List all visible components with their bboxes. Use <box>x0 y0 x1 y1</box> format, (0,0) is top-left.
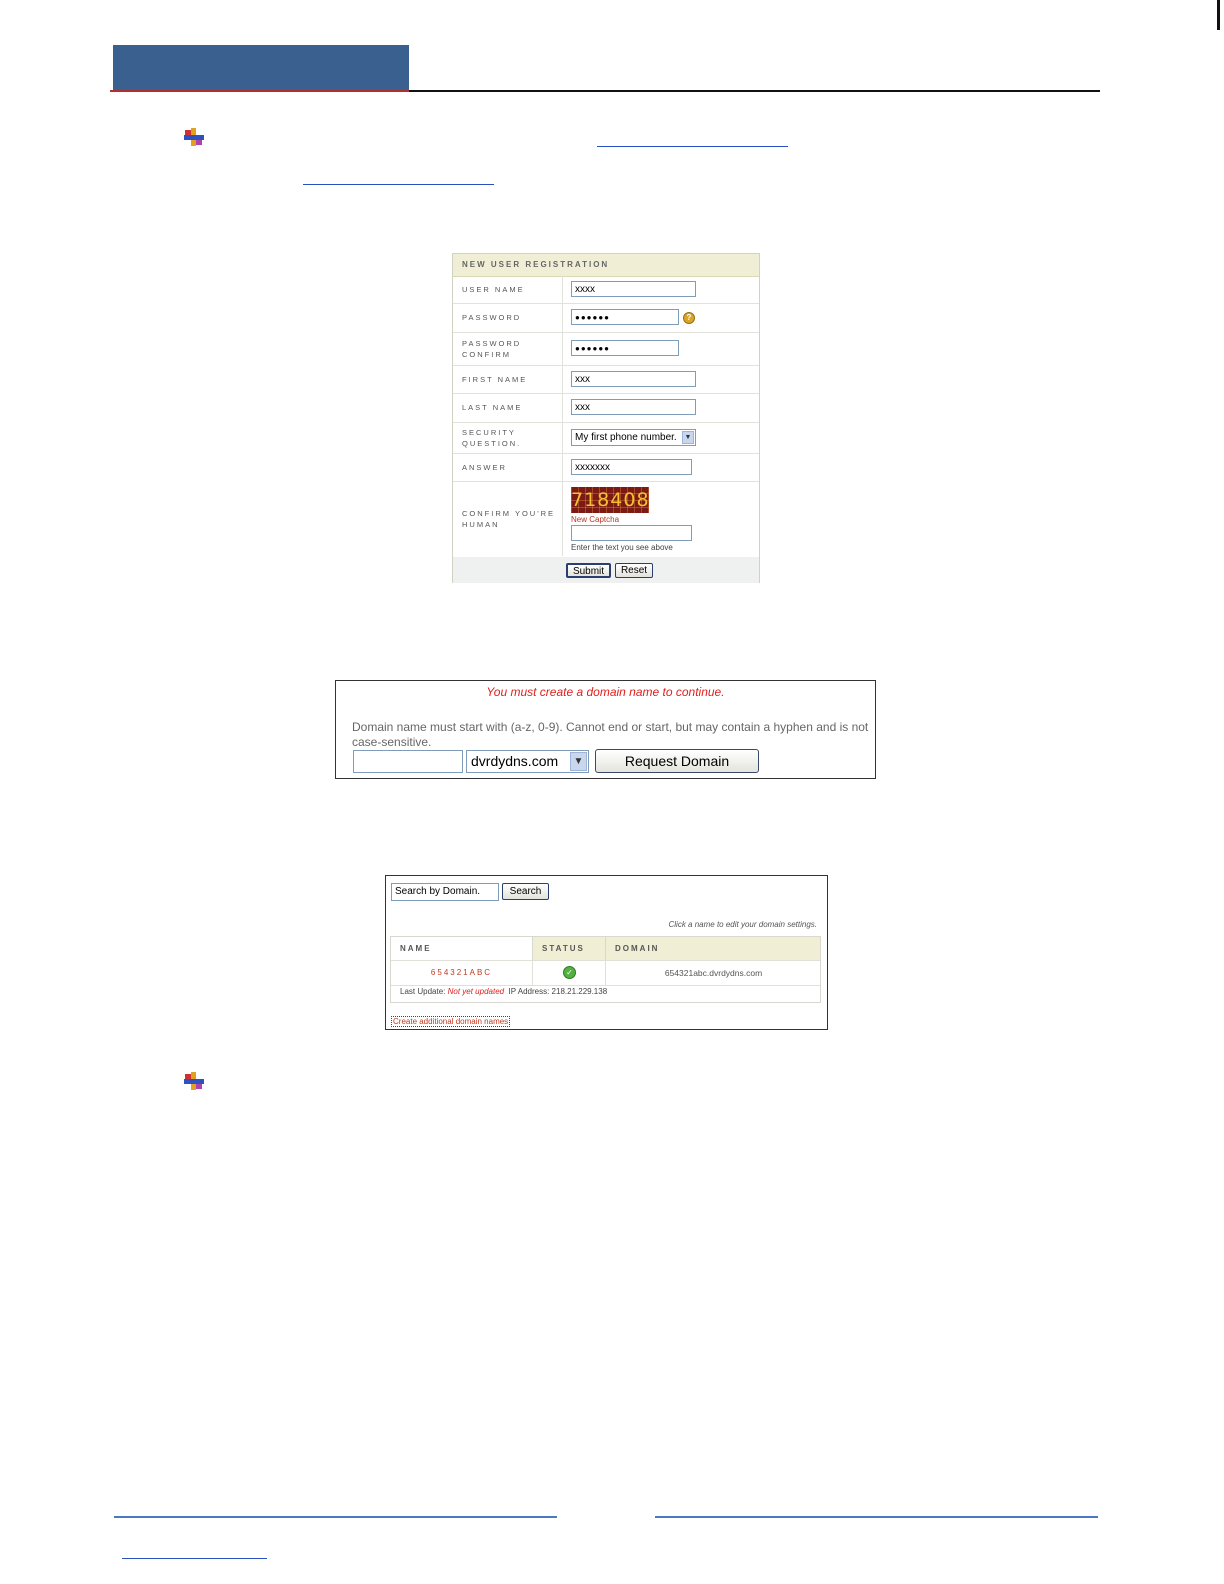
domain-suffix-select[interactable]: dvrdydns.com ▼ <box>466 750 589 773</box>
security-question-row: SECURITY QUESTION. My first phone number… <box>453 423 759 454</box>
security-question-label-line2: QUESTION. <box>462 439 522 448</box>
password-confirm-label-line2: CONFIRM <box>462 350 511 359</box>
first-name-row: FIRST NAME xxx <box>453 366 759 394</box>
domain-suffix-value: dvrdydns.com <box>471 753 559 769</box>
table-row[interactable]: 654321ABC ✓ 654321abc.dvrdydns.com <box>391 960 820 986</box>
column-header-name: NAME <box>391 937 532 960</box>
captcha-image: 718408 <box>571 487 649 513</box>
header-bar <box>113 45 409 91</box>
column-header-status: STATUS <box>532 937 605 960</box>
captcha-hint: Enter the text you see above <box>571 543 673 552</box>
password-confirm-label-line1: PASSWORD <box>462 339 522 348</box>
bullet-icon <box>183 1071 205 1091</box>
security-question-label: SECURITY QUESTION. <box>462 427 521 449</box>
ip-address-value: 218.21.229.138 <box>551 987 608 996</box>
domain-list-box: Search by Domain. Search Click a name to… <box>385 875 828 1030</box>
domain-table: NAME STATUS DOMAIN 654321ABC ✓ 654321abc… <box>390 936 821 1003</box>
password-input[interactable]: ●●●●●● <box>571 309 679 325</box>
request-domain-button[interactable]: Request Domain <box>595 749 759 773</box>
ip-address-label: IP Address: <box>508 987 550 996</box>
document-link-2[interactable] <box>303 184 494 185</box>
page-edge-mark <box>1217 0 1220 30</box>
column-header-domain: DOMAIN <box>605 937 820 960</box>
answer-row: ANSWER xxxxxxx <box>453 454 759 482</box>
question-icon[interactable]: ? <box>683 312 695 324</box>
last-update-value: Not yet updated <box>447 987 505 996</box>
header-rule-accent <box>110 90 409 92</box>
first-name-label: FIRST NAME <box>462 375 528 384</box>
domain-name-input[interactable] <box>353 750 463 773</box>
password-row: PASSWORD ●●●●●● ? <box>453 304 759 333</box>
security-question-select[interactable]: My first phone number. ▼ <box>571 429 696 446</box>
first-name-input[interactable]: xxx <box>571 371 696 387</box>
form-footer: Submit Reset <box>453 557 759 583</box>
document-link-1[interactable] <box>597 146 788 147</box>
user-name-label: USER NAME <box>462 285 525 294</box>
answer-input[interactable]: xxxxxxx <box>571 459 692 475</box>
form-title: NEW USER REGISTRATION <box>453 254 759 277</box>
captcha-label-line1: CONFIRM YOU'RE <box>462 509 556 518</box>
bullet-icon <box>183 127 205 147</box>
captcha-label-line2: HUMAN <box>462 520 500 529</box>
captcha-label: CONFIRM YOU'RE HUMAN <box>462 508 555 530</box>
footer-rule-right <box>655 1516 1098 1518</box>
last-update-label: Last Update: <box>400 987 446 996</box>
submit-button[interactable]: Submit <box>566 563 611 578</box>
domain-warning: You must create a domain name to continu… <box>486 685 725 699</box>
user-name-input[interactable]: xxxx <box>571 281 696 297</box>
last-name-label: LAST NAME <box>462 403 523 412</box>
registration-form: NEW USER REGISTRATION USER NAME xxxx PAS… <box>452 253 760 583</box>
password-label: PASSWORD <box>462 313 522 322</box>
status-cell: ✓ <box>532 961 606 985</box>
security-question-label-line1: SECURITY <box>462 428 516 437</box>
password-confirm-label: PASSWORD CONFIRM <box>462 338 521 360</box>
security-question-value: My first phone number. <box>575 432 677 443</box>
user-name-row: USER NAME xxxx <box>453 276 759 304</box>
password-confirm-input[interactable]: ●●●●●● <box>571 340 679 356</box>
domain-rules: Domain name must start with (a-z, 0-9). … <box>352 720 869 749</box>
new-captcha-link[interactable]: New Captcha <box>571 515 619 524</box>
domain-request-box: You must create a domain name to continu… <box>335 680 876 779</box>
password-confirm-row: PASSWORD CONFIRM ●●●●●● <box>453 333 759 366</box>
captcha-input[interactable] <box>571 525 692 541</box>
last-name-input[interactable]: xxx <box>571 399 696 415</box>
chevron-down-icon[interactable]: ▼ <box>682 431 694 444</box>
search-domain-input[interactable]: Search by Domain. <box>391 883 499 901</box>
domain-name-cell[interactable]: 654321ABC <box>391 961 532 985</box>
last-name-row: LAST NAME xxx <box>453 394 759 423</box>
footer-rule-left <box>114 1516 557 1518</box>
answer-label: ANSWER <box>462 463 507 472</box>
reset-button[interactable]: Reset <box>615 563 653 578</box>
domain-cell: 654321abc.dvrdydns.com <box>605 961 821 985</box>
update-info: Last Update: Not yet updated IP Address:… <box>400 987 607 996</box>
chevron-down-icon[interactable]: ▼ <box>570 752 587 771</box>
captcha-row: CONFIRM YOU'RE HUMAN 718408 New Captcha … <box>453 482 759 556</box>
footer-link[interactable] <box>122 1558 267 1559</box>
check-icon: ✓ <box>563 966 576 980</box>
create-domain-link[interactable]: Create additional domain names <box>391 1016 511 1027</box>
search-button[interactable]: Search <box>502 883 549 900</box>
captcha-text: 718408 <box>571 489 649 511</box>
edit-hint: Click a name to edit your domain setting… <box>668 920 817 929</box>
table-header: NAME STATUS DOMAIN <box>391 937 820 960</box>
